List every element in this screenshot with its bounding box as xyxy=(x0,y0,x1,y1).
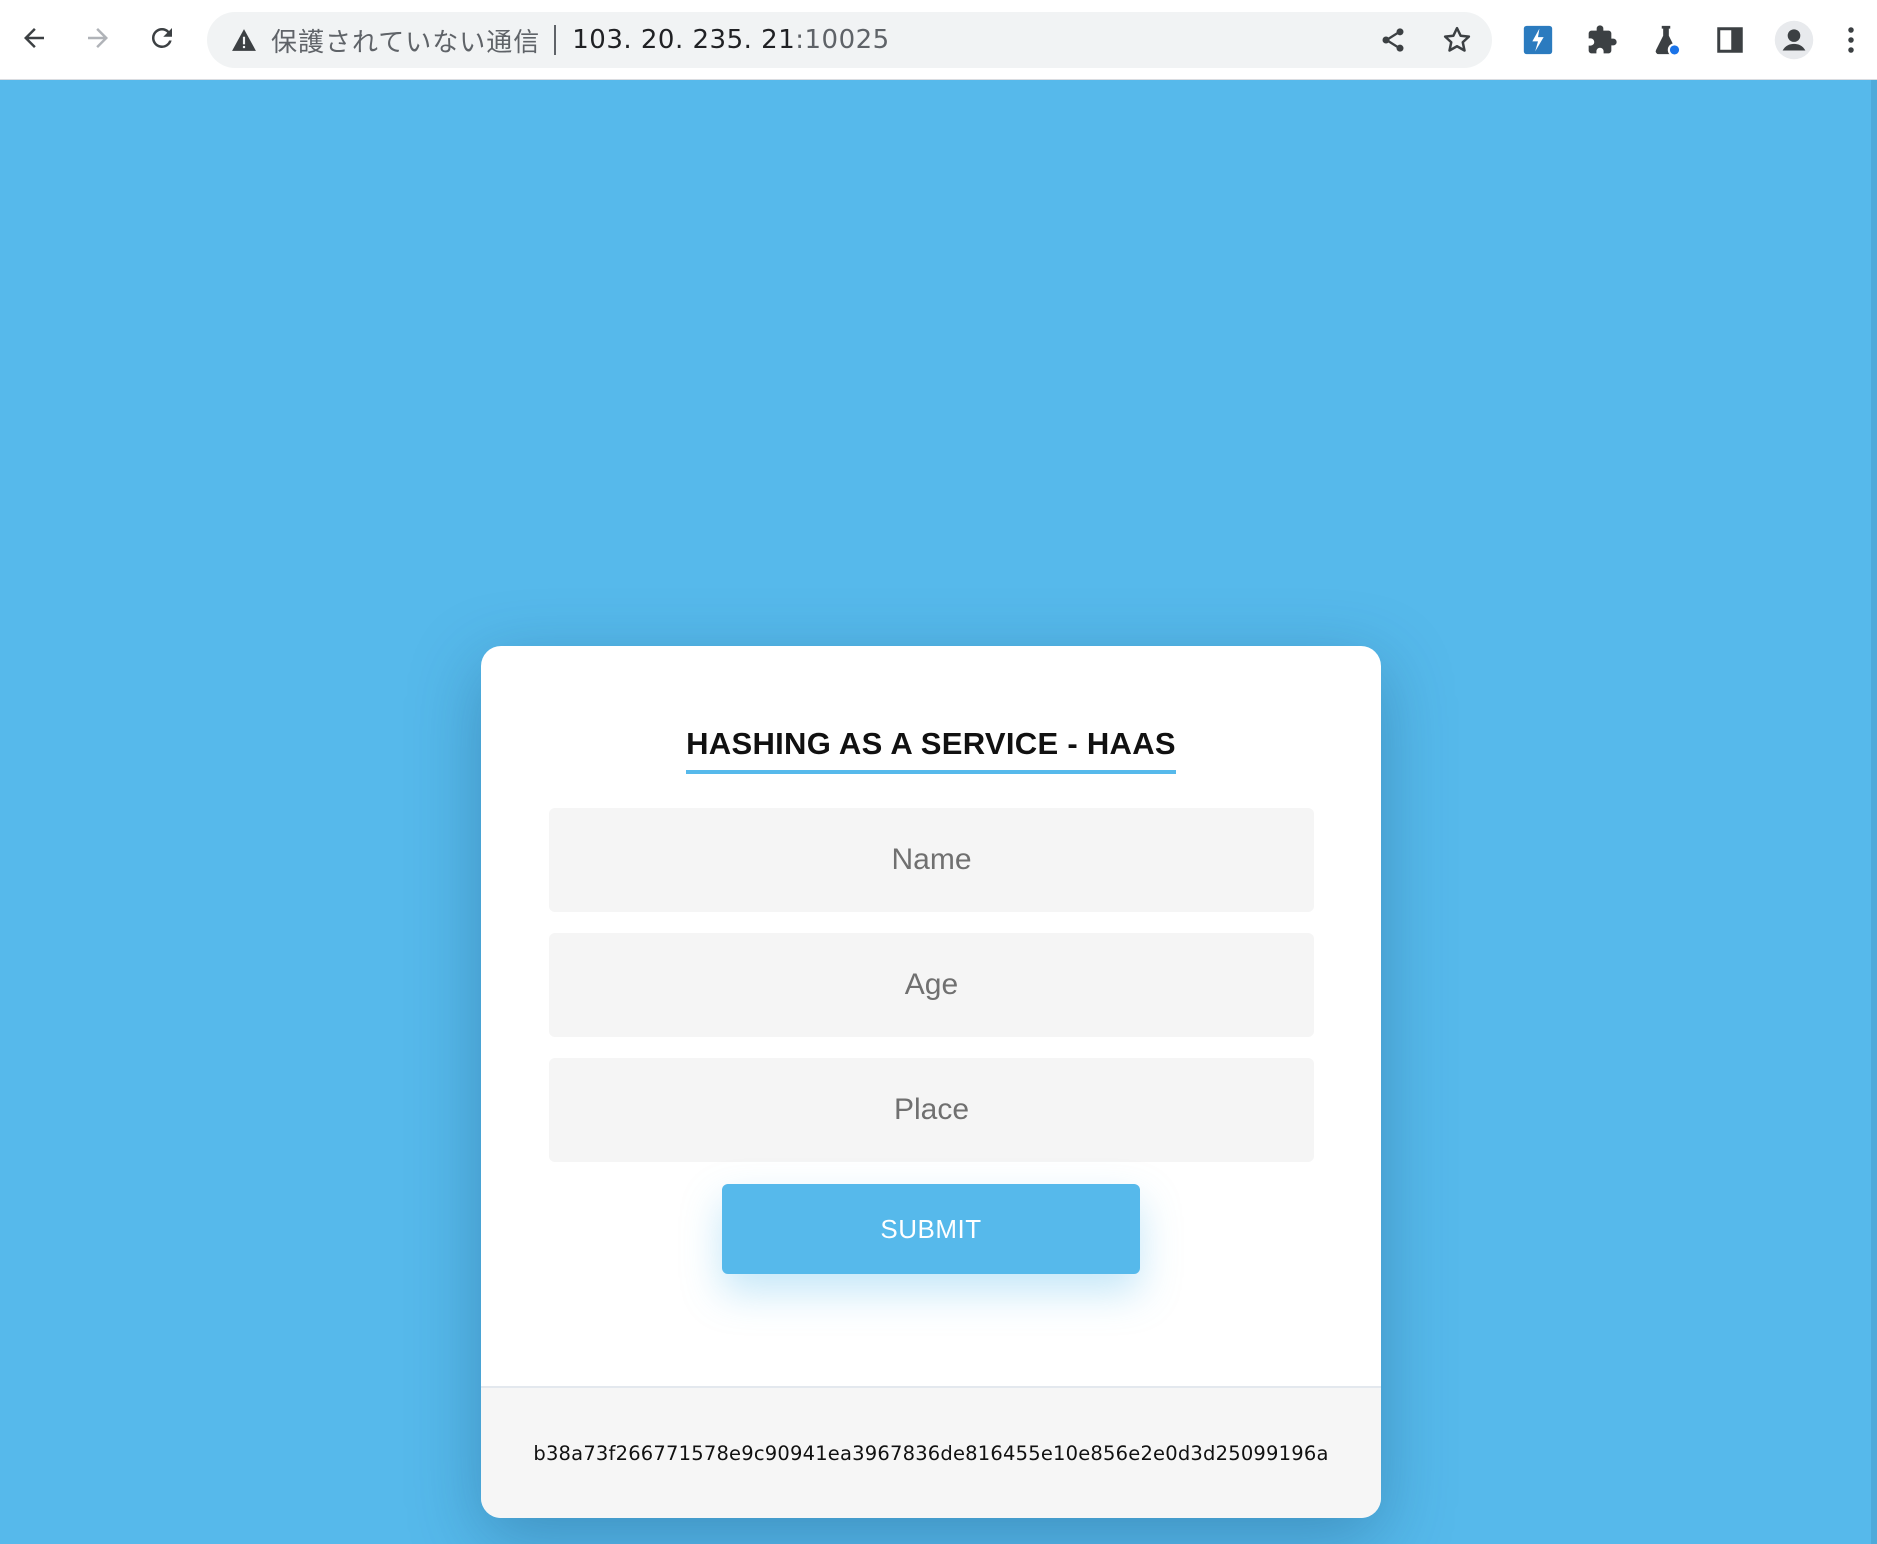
submit-button[interactable]: SUBMIT xyxy=(722,1184,1140,1274)
side-panel-icon[interactable] xyxy=(1708,18,1752,62)
labs-flask-icon[interactable] xyxy=(1644,18,1688,62)
puzzle-icon[interactable] xyxy=(1580,18,1624,62)
back-button[interactable] xyxy=(10,16,58,64)
back-icon xyxy=(19,23,49,58)
share-icon[interactable] xyxy=(1373,20,1413,60)
page-title: HASHING AS A SERVICE - HAAS xyxy=(686,726,1176,774)
browser-toolbar: 保護されていない通信 103. 20. 235. 21 :10025 xyxy=(0,0,1877,80)
warning-icon[interactable] xyxy=(229,25,259,55)
address-bar[interactable]: 保護されていない通信 103. 20. 235. 21 :10025 xyxy=(207,12,1492,68)
name-input[interactable] xyxy=(549,808,1314,912)
url-host[interactable]: 103. 20. 235. 21 xyxy=(572,25,795,55)
extension-shortcut-icon[interactable] xyxy=(1516,18,1560,62)
haas-form-card: HASHING AS A SERVICE - HAAS SUBMIT b38a7… xyxy=(481,646,1381,1518)
star-icon[interactable] xyxy=(1437,20,1477,60)
page-title-wrapper: HASHING AS A SERVICE - HAAS xyxy=(481,726,1381,774)
reload-button[interactable] xyxy=(138,16,186,64)
profile-icon[interactable] xyxy=(1772,18,1816,62)
place-input[interactable] xyxy=(549,1058,1314,1162)
page-scrollbar[interactable] xyxy=(1871,80,1877,1544)
card-footer: b38a73f266771578e9c90941ea3967836de81645… xyxy=(481,1386,1381,1518)
hash-output: b38a73f266771578e9c90941ea3967836de81645… xyxy=(533,1441,1329,1465)
address-separator xyxy=(554,25,557,55)
more-menu-icon[interactable] xyxy=(1836,18,1866,62)
age-input[interactable] xyxy=(549,933,1314,1037)
reload-icon xyxy=(147,23,177,58)
url-port[interactable]: :10025 xyxy=(795,25,889,55)
forward-button[interactable] xyxy=(74,16,122,64)
forward-icon xyxy=(83,23,113,58)
security-status-text[interactable]: 保護されていない通信 xyxy=(271,22,540,59)
